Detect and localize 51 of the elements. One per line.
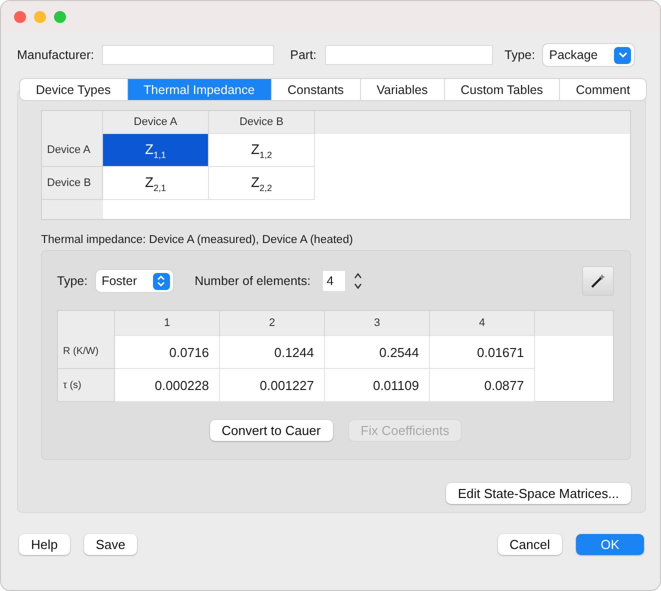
part-field[interactable] [324,45,493,65]
zoom-button[interactable] [54,11,66,23]
row-header: R (K/W) [58,336,114,368]
close-button[interactable] [14,11,26,23]
field-label: Number of elements: [194,274,311,288]
dialog-button[interactable]: Save [84,534,138,555]
table-cell: 0.01109 [324,368,430,402]
count-field[interactable]: 4 [322,271,345,291]
tab[interactable]: Thermal Impedance [128,79,272,100]
matrix-cell[interactable]: Z$_{1,1}$ [102,134,208,166]
column-header: 2 [220,310,324,336]
minimize-button[interactable] [34,11,46,23]
column-header: Device A [102,110,208,134]
table-cell: 0.2544 [324,336,430,368]
table-cell: 0.01671 [430,336,534,368]
updown-icon [152,272,170,290]
matrix-cell[interactable]: Z$_{2,2}$ [208,166,314,200]
dialog-button[interactable]: Help [19,534,70,555]
matrix-cell[interactable]: Z$_{1,2}$ [208,134,314,166]
matrix-cell[interactable]: Z$_{2,1}$ [102,166,208,200]
field-label: Type: [57,274,88,288]
convert-button[interactable]: Convert to Cauer [210,420,333,441]
field-label: Type: [504,48,536,62]
dialog-button[interactable]: Cancel [498,534,562,555]
type-dropdown[interactable]: Foster [96,270,173,292]
tab[interactable]: Constants [272,79,361,100]
table-cell: 0.001227 [220,368,324,402]
table-cell: 0.0877 [430,368,534,402]
column-header: 4 [430,310,534,336]
column-header: Device B [208,110,314,134]
tab[interactable]: Comment [560,79,646,100]
table-cell: 0.1244 [220,336,324,368]
column-header: 3 [324,310,430,336]
manufacturer-field[interactable] [102,45,274,65]
row-header: Device B [42,166,102,200]
field-label: Manufacturer: [17,48,94,62]
row-header: τ (s) [58,368,114,402]
chevron-icon [614,46,632,64]
dialog-button[interactable]: OK [576,534,644,555]
magic-wand-button[interactable] [582,266,614,296]
tab[interactable]: Variables [360,79,445,100]
magic-wand-icon [590,273,606,289]
type-dropdown[interactable]: Package [543,44,634,66]
edit-matrices-button[interactable]: Edit State-Space Matrices... [446,483,631,504]
table-cell: 0.0716 [114,336,220,368]
caption-text: Thermal impedance: Device A (measured), Device A (heated) [41,234,354,246]
field-label: Part: [290,48,317,62]
tab[interactable]: Custom Tables [444,79,560,100]
row-header: Device A [42,134,102,166]
column-header: 1 [114,310,220,336]
table-cell: 0.000228 [114,368,220,402]
